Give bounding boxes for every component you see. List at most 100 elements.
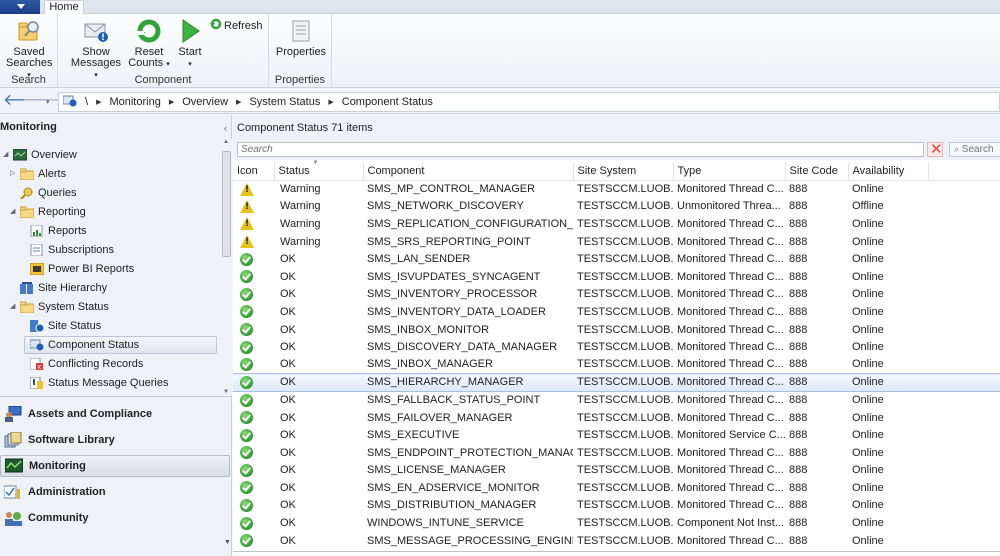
table-row[interactable]: OK SMS_FAILOVER_MANAGER TESTSCCM.LUOB... Mo… <box>233 409 1000 427</box>
tree-item-label: Overview <box>31 149 77 161</box>
scroll-up-icon[interactable]: ▲ <box>223 139 229 145</box>
cell-site-system: TESTSCCM.LUOB... <box>577 235 673 248</box>
table-row[interactable]: Warning SMS_MP_CONTROL_MANAGER TESTSCCM.LU… <box>233 180 1000 198</box>
tab-home[interactable]: Home <box>44 0 84 15</box>
table-row[interactable]: OK SMS_INBOX_MANAGER TESTSCCM.LUOB... Monit… <box>233 356 1000 374</box>
more-workspaces-icon[interactable]: ▼ <box>224 539 231 546</box>
breadcrumb-root[interactable]: \ <box>85 96 88 108</box>
properties-button[interactable]: Properties <box>275 18 327 58</box>
search-input[interactable] <box>237 142 924 157</box>
tree-item-site-status[interactable]: Site Status <box>30 317 101 335</box>
navigation-scrollbar[interactable]: ▲ ▼ <box>221 139 232 395</box>
expanded-arrow-icon[interactable]: ◢ <box>10 302 15 310</box>
tree-item-site-hierarchy[interactable]: Site Hierarchy <box>20 279 107 297</box>
history-dropdown-icon[interactable]: ▾ <box>46 95 50 111</box>
column-header-component[interactable]: Component <box>363 162 574 181</box>
breadcrumb-separator-icon[interactable]: ▶ <box>236 98 241 106</box>
cell-site-system: TESTSCCM.LUOB... <box>577 481 673 494</box>
tree-item-system-status[interactable]: System Status <box>19 298 109 316</box>
breadcrumb-overview[interactable]: Overview <box>182 96 228 108</box>
workspace-assets-and-compliance[interactable]: Assets and Compliance <box>0 403 230 425</box>
workspace-software-library[interactable]: Software Library <box>0 429 230 451</box>
site-hierarchy-icon <box>20 281 34 295</box>
table-row[interactable]: OK SMS_INVENTORY_PROCESSOR TESTSCCM.LUOB..… <box>233 286 1000 304</box>
workspace-monitoring[interactable]: Monitoring <box>0 455 230 477</box>
search-row: ✕ ⌕ Search <box>233 140 1000 160</box>
table-row[interactable]: OK SMS_FALLBACK_STATUS_POINT TESTSCCM.LUOB… <box>233 391 1000 409</box>
ribbon-group-label-component: Component <box>134 74 192 86</box>
table-row[interactable]: OK SMS_EXECUTIVE TESTSCCM.LUOB... Monitored… <box>233 426 1000 444</box>
tree-item-status-message-queries[interactable]: Status Message Queries <box>29 374 168 392</box>
reset-counts-icon <box>136 18 162 44</box>
tree-item-overview[interactable]: Overview <box>12 146 77 164</box>
cell-type: Monitored Thread C... <box>677 253 784 266</box>
collapse-pane-icon[interactable]: ‹ <box>224 123 227 133</box>
scroll-down-icon[interactable]: ▼ <box>223 389 229 395</box>
table-row[interactable]: OK SMS_ENDPOINT_PROTECTION_MANAGER TESTSCC… <box>233 444 1000 462</box>
column-header-availability[interactable]: Availability <box>848 162 929 181</box>
table-row[interactable]: OK SMS_INBOX_MONITOR TESTSCCM.LUOB... Monit… <box>233 321 1000 339</box>
software-library-icon <box>4 431 22 448</box>
breadcrumb-separator-icon[interactable]: ▶ <box>169 98 174 106</box>
scrollbar-thumb[interactable] <box>222 151 231 257</box>
tree-item-queries[interactable]: Queries <box>20 184 77 202</box>
saved-searches-button[interactable]: Saved Searches ▾ <box>6 18 52 81</box>
tree-item-conflicting-records[interactable]: x Conflicting Records <box>29 355 143 373</box>
cell-availability: Online <box>852 481 884 494</box>
application-menu-button[interactable] <box>0 0 40 14</box>
breadcrumb-system-status[interactable]: System Status <box>249 96 320 108</box>
tree-item-reporting[interactable]: Reporting <box>19 203 86 221</box>
start-button[interactable]: Start ▾ <box>172 18 208 70</box>
expanded-arrow-icon[interactable]: ◢ <box>10 207 15 215</box>
column-header-type[interactable]: Type <box>673 162 786 181</box>
cell-site-system: TESTSCCM.LUOB... <box>577 429 673 442</box>
expanded-arrow-icon[interactable]: ◢ <box>3 150 8 158</box>
search-button[interactable]: ⌕ Search <box>949 142 1000 157</box>
column-header-site-system[interactable]: Site System <box>573 162 674 181</box>
ok-check-icon <box>240 534 253 548</box>
table-row[interactable]: OK SMS_DISTRIBUTION_MANAGER TESTSCCM.LUOB.… <box>233 497 1000 515</box>
tree-item-alerts[interactable]: Alerts <box>19 165 66 183</box>
breadcrumb-component-status[interactable]: Component Status <box>342 96 433 108</box>
workspace-community[interactable]: Community <box>0 507 230 529</box>
cell-filler <box>928 514 1000 532</box>
cell-site-code: 888 <box>789 481 808 494</box>
cell-status: Warning <box>280 235 321 248</box>
table-row[interactable]: OK SMS_ISVUPDATES_SYNCAGENT TESTSCCM.LUOB.… <box>233 268 1000 286</box>
show-messages-button[interactable]: Show Messages ▾ <box>68 18 124 81</box>
cell-availability: Online <box>852 517 884 530</box>
clear-search-button[interactable]: ✕ <box>927 140 943 158</box>
breadcrumb-monitoring[interactable]: Monitoring <box>109 96 160 108</box>
table-row[interactable]: Warning SMS_REPLICATION_CONFIGURATION_M..… <box>233 215 1000 233</box>
cell-availability: Online <box>852 499 884 512</box>
cell-icon <box>233 286 274 304</box>
table-row[interactable]: OK SMS_LAN_SENDER TESTSCCM.LUOB... Monitore… <box>233 250 1000 268</box>
table-row[interactable]: Warning SMS_SRS_REPORTING_POINT TESTSCCM.L… <box>233 233 1000 251</box>
main-panel: Component Status 71 items ✕ ⌕ Search Ico… <box>233 115 1000 556</box>
component-status-table: Icon Status ▼ Component Site System Type Site … <box>233 160 1000 550</box>
table-row[interactable]: OK SMS_EN_ADSERVICE_MONITOR TESTSCCM.LUOB.… <box>233 479 1000 497</box>
table-row[interactable]: OK SMS_INVENTORY_DATA_LOADER TESTSCCM.LUOB… <box>233 303 1000 321</box>
workspace-administration[interactable]: Administration <box>0 481 230 503</box>
table-row[interactable]: OK WINDOWS_INTUNE_SERVICE TESTSCCM.LUOB...… <box>233 514 1000 532</box>
column-header-icon[interactable]: Icon <box>233 162 275 181</box>
breadcrumb-separator-icon[interactable]: ▶ <box>328 98 333 106</box>
tree-item-component-status[interactable]: Component Status <box>24 336 217 354</box>
column-header-status[interactable]: Status ▼ <box>274 160 364 181</box>
table-row[interactable]: OK SMS_HIERARCHY_MANAGER TESTSCCM.LUOB... M… <box>233 373 1000 392</box>
collapsed-arrow-icon[interactable]: ▷ <box>10 169 15 177</box>
tree-item-subscriptions[interactable]: Subscriptions <box>30 241 114 259</box>
table-row[interactable]: Warning SMS_NETWORK_DISCOVERY TESTSCCM.LUO… <box>233 198 1000 216</box>
column-header-site-code[interactable]: Site Code <box>785 162 849 181</box>
breadcrumb-separator-icon[interactable]: ▶ <box>96 98 101 106</box>
reset-counts-button[interactable]: Reset Counts ▾ <box>128 18 170 70</box>
tree-item-reports[interactable]: Reports <box>30 222 87 240</box>
refresh-button[interactable]: Refresh <box>210 18 263 33</box>
tree-item-power-bi-reports[interactable]: Power BI Reports <box>29 260 134 278</box>
table-row[interactable]: OK SMS_DISCOVERY_DATA_MANAGER TESTSCCM.LUO… <box>233 338 1000 356</box>
status-divider <box>233 551 1000 552</box>
table-row[interactable]: OK SMS_MESSAGE_PROCESSING_ENGINE TESTSCCM.… <box>233 532 1000 550</box>
tree-item-label: Site Hierarchy <box>38 282 108 294</box>
cell-status: Warning <box>280 183 321 196</box>
table-row[interactable]: OK SMS_LICENSE_MANAGER TESTSCCM.LUOB... Mon… <box>233 462 1000 480</box>
